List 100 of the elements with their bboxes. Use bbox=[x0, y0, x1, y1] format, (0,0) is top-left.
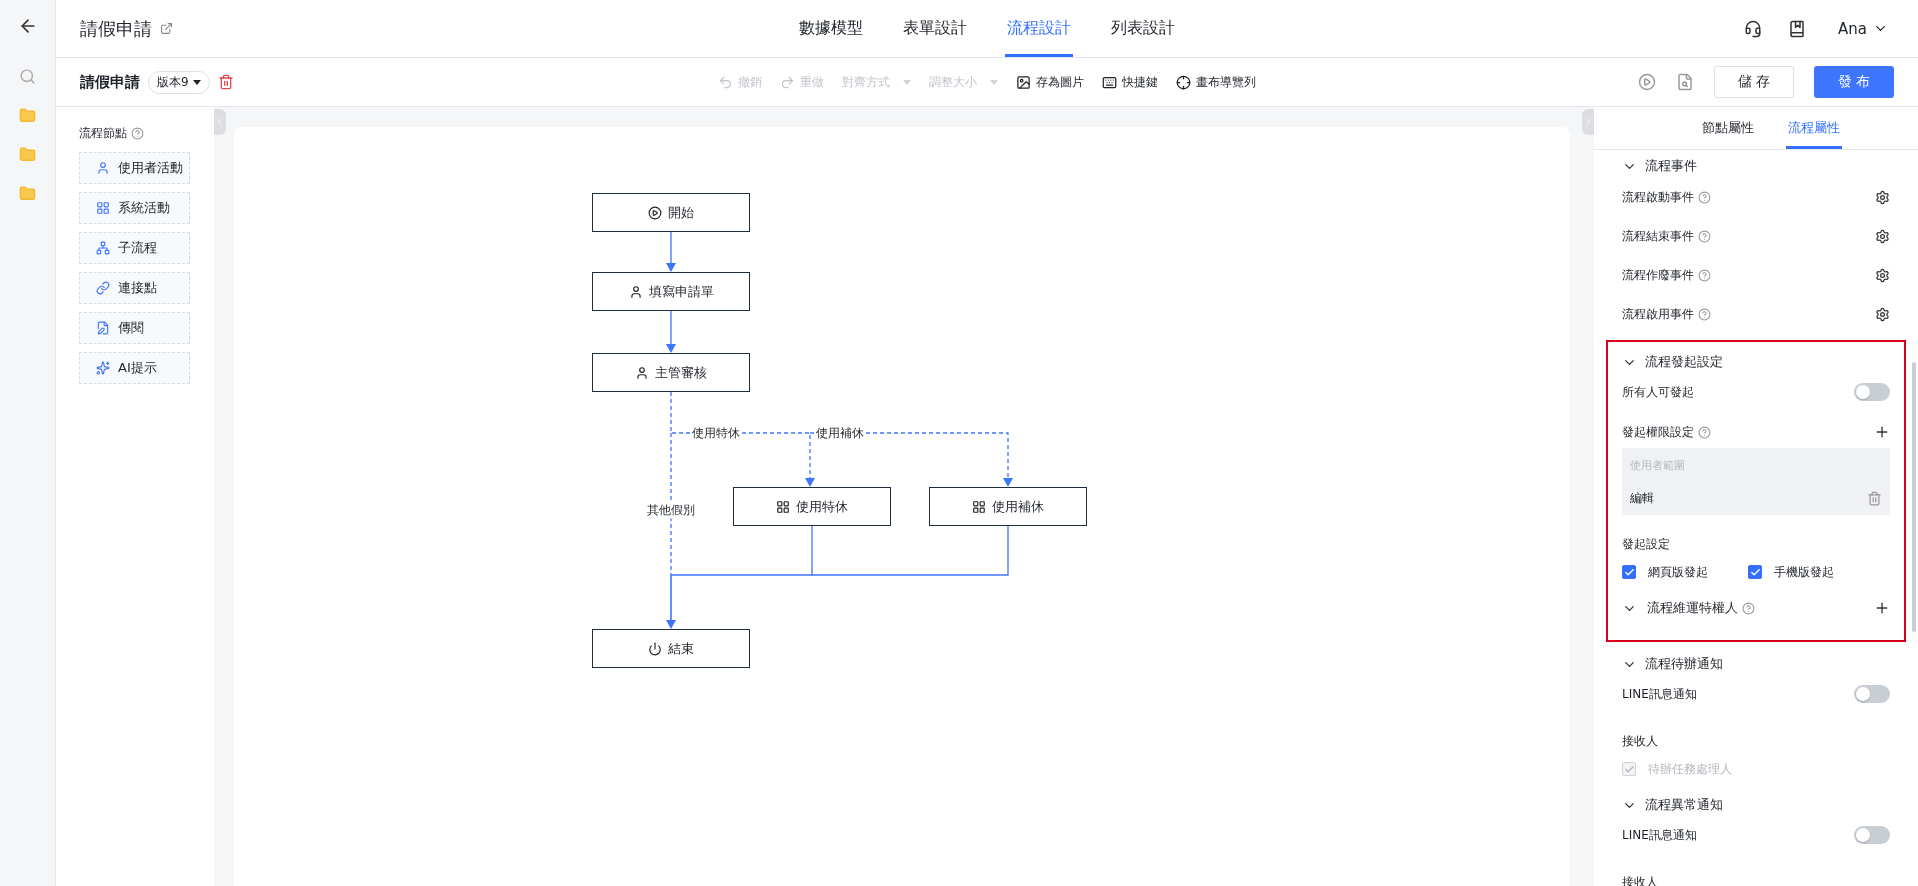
link-icon bbox=[96, 281, 110, 295]
node-palette-item[interactable]: 系統活動 bbox=[79, 192, 190, 224]
toolbar-action[interactable]: 存為圖片 bbox=[1016, 73, 1084, 91]
grid-icon bbox=[776, 499, 790, 514]
document-icon bbox=[96, 321, 110, 335]
sparkle-icon bbox=[96, 361, 110, 375]
help-icon[interactable] bbox=[1698, 230, 1711, 243]
nav-tab[interactable]: 數據模型 bbox=[797, 0, 865, 57]
checkbox-option[interactable]: 手機版發起 bbox=[1748, 563, 1834, 581]
event-label: 流程啟動事件 bbox=[1622, 189, 1694, 206]
flow-node[interactable]: 開始 bbox=[592, 193, 750, 232]
collapse-handle[interactable] bbox=[214, 109, 226, 135]
settings-icon[interactable] bbox=[1875, 268, 1890, 283]
settings-icon[interactable] bbox=[1875, 307, 1890, 322]
panel-title: 流程節點 bbox=[79, 125, 127, 142]
app-title: 請假申請 bbox=[80, 16, 152, 41]
toolbar-action[interactable]: 畫布導覽列 bbox=[1176, 73, 1256, 91]
field-label: 接收人 bbox=[1622, 732, 1658, 750]
nav-tab[interactable]: 列表設計 bbox=[1109, 0, 1177, 57]
field-label: 發起權限設定 bbox=[1622, 423, 1694, 441]
connector bbox=[666, 310, 676, 353]
folder-icon[interactable] bbox=[19, 146, 36, 163]
node-palette-item[interactable]: 連接點 bbox=[79, 272, 190, 304]
user-menu[interactable]: Ana bbox=[1832, 18, 1894, 39]
delete-icon[interactable] bbox=[1867, 491, 1882, 506]
section-title: 流程待辦通知 bbox=[1645, 655, 1723, 673]
add-icon[interactable] bbox=[1874, 600, 1890, 616]
scrollbar[interactable] bbox=[1912, 362, 1916, 632]
save-button[interactable]: 儲 存 bbox=[1714, 66, 1794, 98]
book-icon[interactable] bbox=[1788, 19, 1807, 38]
publish-button[interactable]: 發 布 bbox=[1814, 66, 1894, 98]
grid-icon bbox=[96, 201, 110, 215]
property-tab[interactable]: 節點屬性 bbox=[1700, 107, 1756, 149]
flow-node[interactable]: 使用補休 bbox=[929, 487, 1087, 526]
toolbar-action[interactable]: 快捷鍵 bbox=[1102, 73, 1158, 91]
branch-label: 使用補休 bbox=[814, 424, 866, 442]
property-tab[interactable]: 流程屬性 bbox=[1786, 107, 1842, 149]
checkbox-option[interactable]: 網頁版發起 bbox=[1622, 563, 1708, 581]
toggle-switch[interactable] bbox=[1854, 826, 1890, 844]
help-icon[interactable] bbox=[131, 127, 144, 140]
branch-label: 使用特休 bbox=[690, 424, 742, 442]
toggle-label: LINE訊息通知 bbox=[1622, 826, 1697, 844]
nav-tab[interactable]: 流程設計 bbox=[1005, 0, 1073, 57]
file-search-icon[interactable] bbox=[1676, 73, 1694, 91]
play-icon bbox=[648, 205, 662, 220]
node-palette-item[interactable]: 子流程 bbox=[79, 232, 190, 264]
event-label: 流程結束事件 bbox=[1622, 228, 1694, 245]
flow-node[interactable]: 結束 bbox=[592, 629, 750, 668]
event-label: 流程作廢事件 bbox=[1622, 267, 1694, 284]
flow-node[interactable]: 使用特休 bbox=[733, 487, 891, 526]
play-icon[interactable] bbox=[1638, 73, 1656, 91]
external-link-icon[interactable] bbox=[160, 22, 173, 35]
toggle-switch[interactable] bbox=[1854, 685, 1890, 703]
settings-icon[interactable] bbox=[1875, 190, 1890, 205]
crosshair-icon bbox=[1176, 74, 1191, 90]
add-icon[interactable] bbox=[1874, 424, 1890, 440]
flow-node[interactable]: 主管審核 bbox=[592, 353, 750, 392]
help-icon[interactable] bbox=[1698, 425, 1711, 439]
help-icon[interactable] bbox=[1698, 308, 1711, 321]
branch-icon bbox=[96, 241, 110, 255]
grid-icon bbox=[972, 499, 986, 514]
toggle-label: 所有人可發起 bbox=[1622, 383, 1694, 401]
toggle-switch[interactable] bbox=[1854, 383, 1890, 401]
redo-icon bbox=[780, 74, 795, 90]
checkbox[interactable] bbox=[1748, 565, 1762, 579]
connector bbox=[666, 231, 676, 272]
settings-icon[interactable] bbox=[1875, 229, 1890, 244]
flow-node[interactable]: 填寫申請單 bbox=[592, 272, 750, 311]
delete-icon[interactable] bbox=[217, 74, 234, 90]
scope-value[interactable]: 編輯 bbox=[1630, 490, 1654, 507]
node-palette-item[interactable]: 傳閱 bbox=[79, 312, 190, 344]
user-icon bbox=[96, 161, 110, 175]
event-label: 流程啟用事件 bbox=[1622, 306, 1694, 323]
folder-icon[interactable] bbox=[19, 185, 36, 202]
folder-icon[interactable] bbox=[19, 107, 36, 124]
section-title: 流程事件 bbox=[1645, 157, 1697, 175]
nav-tab[interactable]: 表單設計 bbox=[901, 0, 969, 57]
user-icon bbox=[635, 365, 649, 380]
subsection-title: 流程維運特權人 bbox=[1647, 599, 1738, 617]
section-title: 流程發起設定 bbox=[1645, 353, 1723, 371]
keyboard-icon bbox=[1102, 74, 1117, 90]
node-palette-item[interactable]: 使用者活動 bbox=[79, 152, 190, 184]
help-icon[interactable] bbox=[1698, 191, 1711, 204]
undo-icon bbox=[718, 74, 733, 90]
help-icon[interactable] bbox=[1742, 601, 1755, 615]
section-title: 流程異常通知 bbox=[1645, 796, 1723, 814]
power-icon bbox=[648, 641, 662, 656]
headset-icon[interactable] bbox=[1744, 19, 1763, 38]
image-icon bbox=[1016, 74, 1031, 90]
field-label: 發起設定 bbox=[1622, 535, 1670, 553]
expand-handle[interactable] bbox=[1582, 109, 1594, 135]
search-icon[interactable] bbox=[19, 68, 36, 85]
help-icon[interactable] bbox=[1698, 269, 1711, 282]
user-icon bbox=[628, 284, 643, 299]
flow-title: 請假申請 bbox=[80, 72, 140, 92]
checkbox[interactable] bbox=[1622, 565, 1636, 579]
node-palette-item[interactable]: AI提示 bbox=[79, 352, 190, 384]
version-select[interactable]: 版本9 bbox=[148, 70, 210, 94]
toggle-label: LINE訊息通知 bbox=[1622, 685, 1697, 703]
branch-label: 其他假別 bbox=[645, 501, 697, 519]
